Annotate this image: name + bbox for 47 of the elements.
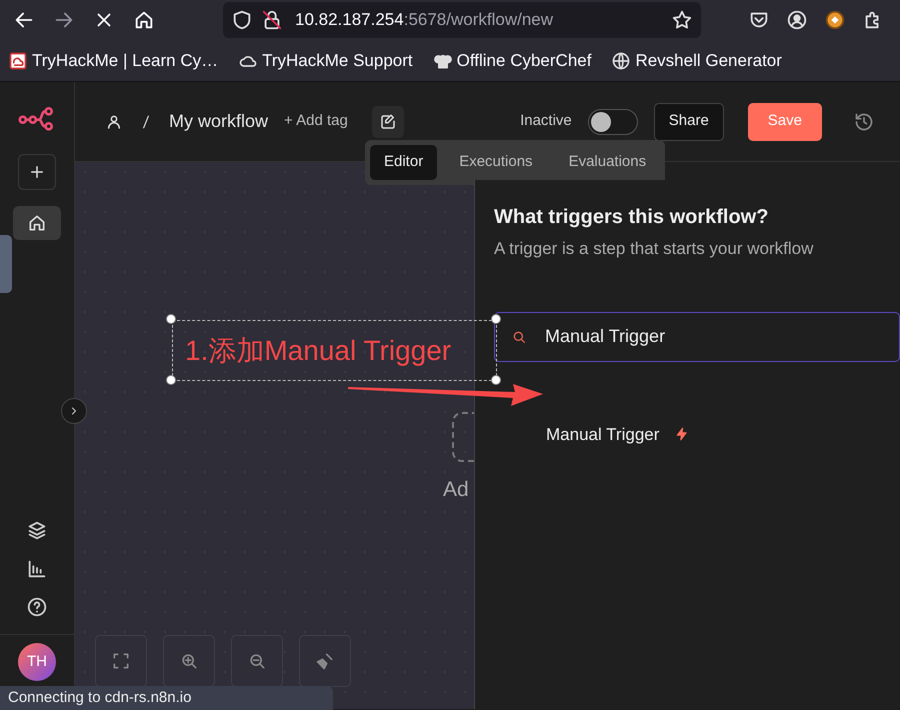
history-icon[interactable] [854,112,874,132]
search-field[interactable]: Manual Trigger [494,312,900,362]
avatar[interactable]: TH [18,643,56,681]
globe-icon [611,50,632,70]
clean-up-button[interactable] [299,635,351,687]
account-icon[interactable] [786,9,808,31]
insights-icon[interactable] [26,558,48,580]
panel-handle[interactable] [0,235,12,293]
search-input[interactable]: Manual Trigger [543,322,883,351]
site-icon [8,50,28,70]
edit-button[interactable] [372,106,404,138]
zoom-out-button[interactable] [231,635,283,687]
search-icon [511,328,527,344]
help-icon[interactable] [26,596,48,618]
status-tooltip: Connecting to cdn-rs.n8n.io [0,686,333,710]
status-label: Inactive [520,111,572,132]
tab[interactable]: Editor [370,145,438,180]
shield-icon [231,9,253,31]
panel-title: What triggers this workflow? [494,205,770,230]
bolt-icon [675,427,690,442]
edit-icon [378,112,397,130]
broom-icon [315,651,335,671]
add-node-label: Ad [443,477,469,503]
share-button[interactable]: Share [654,102,724,140]
home-icon [27,213,47,233]
templates-icon[interactable] [26,520,48,542]
plus-icon [28,163,46,181]
home-icon [133,9,155,31]
bookmark-link[interactable]: TryHackMe | Learn Cy… [28,48,222,74]
result-item[interactable]: Manual Trigger [546,422,660,447]
home-button[interactable] [13,206,61,240]
lock-icon [261,9,283,31]
active-toggle[interactable] [588,108,638,134]
workflow-name[interactable]: My workflow [169,108,268,135]
star-icon[interactable] [671,9,693,31]
add-tag-link[interactable]: + Add tag [284,110,348,133]
extension-icon[interactable] [824,9,846,31]
bookmark-link[interactable]: Revshell Generator [631,48,786,74]
user-icon [105,112,123,130]
zoom-in-button[interactable] [163,635,215,687]
fullscreen-icon [111,651,131,671]
panel-subtitle: A trigger is a step that starts your workflow [494,238,814,260]
add-button[interactable] [18,154,56,190]
annotation-text: 1.添加Manual Trigger [185,334,452,368]
bookmark-link[interactable]: TryHackMe Support [258,48,417,74]
bookmark-link[interactable]: Offline CyberChef [452,48,596,74]
tab[interactable]: Evaluations [554,145,660,180]
